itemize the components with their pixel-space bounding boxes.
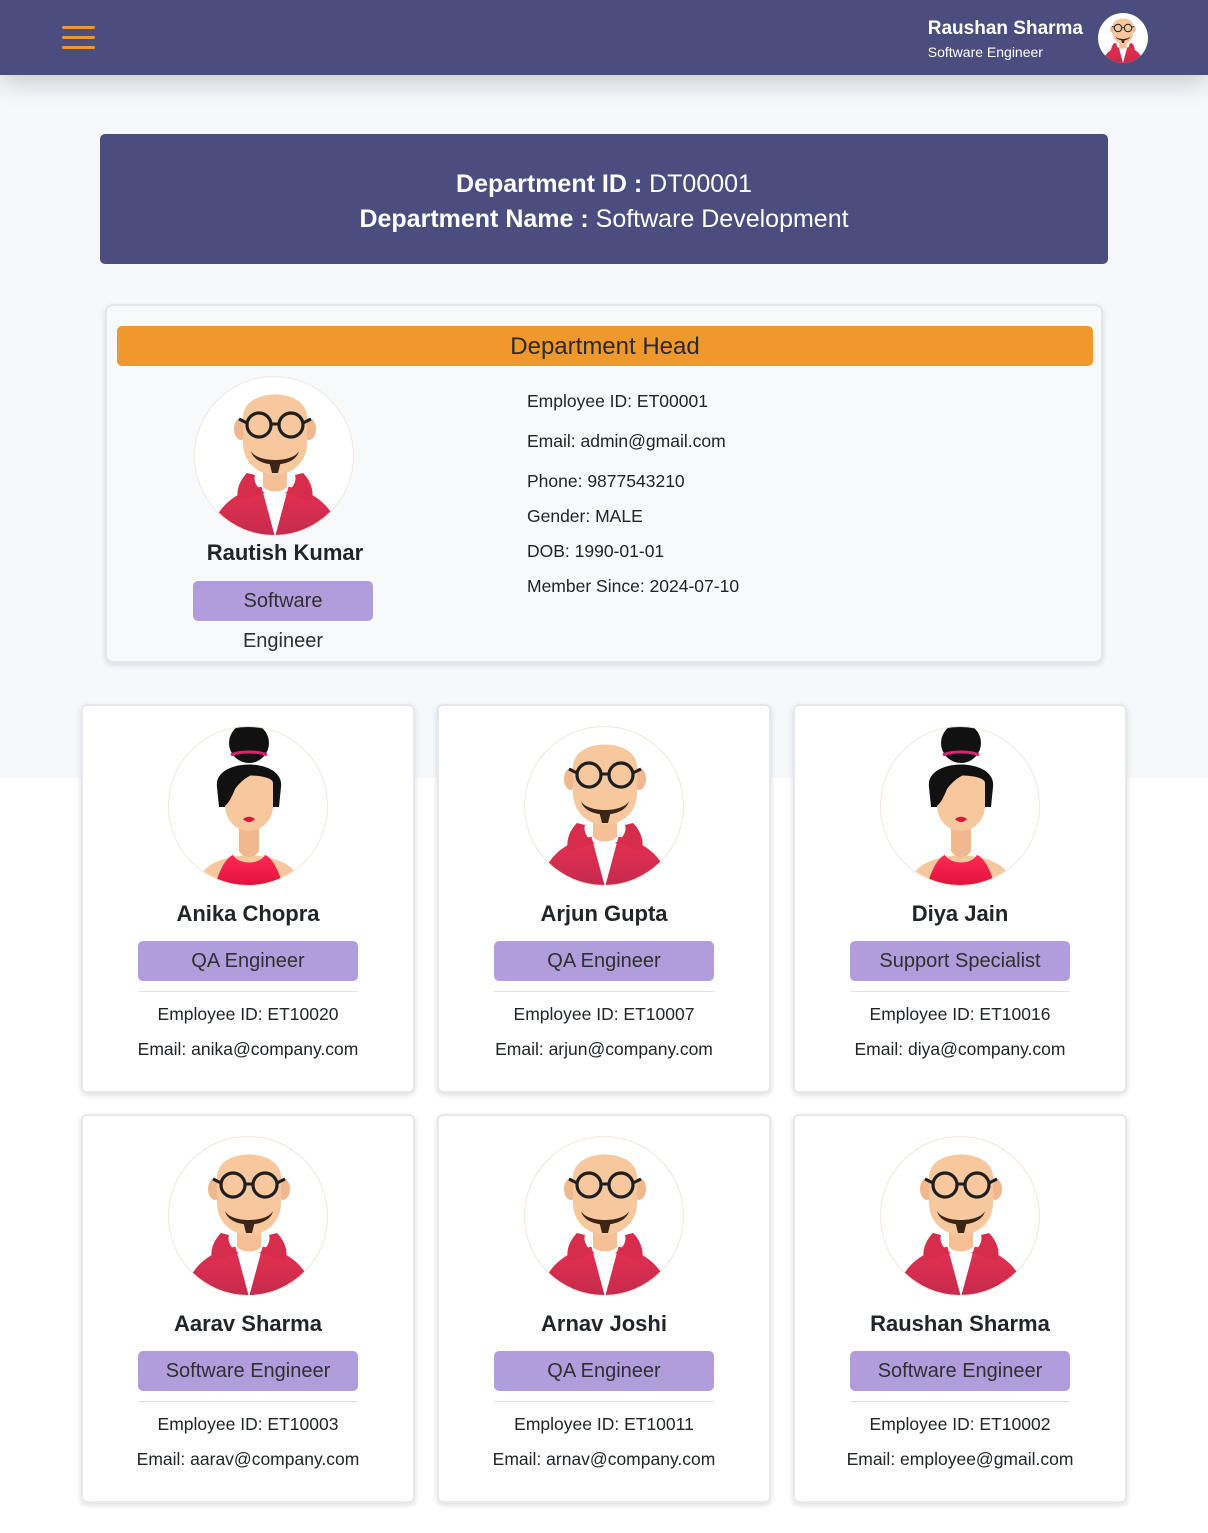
employee-id: Employee ID: ET10007 <box>513 1004 695 1024</box>
employee-name: Arjun Gupta <box>540 901 668 926</box>
employee-role-badge[interactable]: Support Specialist <box>850 941 1070 981</box>
divider <box>850 991 1070 992</box>
head-name: Rautish Kumar <box>206 540 364 565</box>
employee-role-badge[interactable]: QA Engineer <box>494 1351 714 1391</box>
department-head-card: Department Head Rautish Kumar Software E… <box>105 304 1103 663</box>
head-email: Email: admin@gmail.com <box>527 431 726 451</box>
divider <box>850 1401 1070 1402</box>
male-avatar-icon <box>524 726 684 886</box>
user-info[interactable]: Raushan Sharma Software Engineer <box>928 16 1083 62</box>
head-phone: Phone: 9877543210 <box>527 471 685 491</box>
department-id-value: DT00001 <box>649 170 752 198</box>
female-avatar-icon <box>880 726 1040 886</box>
department-id-label: Department ID : <box>456 170 643 198</box>
employee-card[interactable]: Anika Chopra QA Engineer Employee ID: ET… <box>81 704 415 1093</box>
employee-email: Email: arnav@company.com <box>492 1449 716 1469</box>
head-role-badge[interactable]: Software Engineer <box>193 581 373 652</box>
department-id-line: Department ID : DT00001 <box>100 167 1108 202</box>
top-navbar: Raushan Sharma Software Engineer <box>0 0 1208 75</box>
employee-role-badge[interactable]: Software Engineer <box>850 1351 1070 1391</box>
user-name: Raushan Sharma <box>927 18 1083 39</box>
employee-email: Email: aarav@company.com <box>136 1449 360 1469</box>
employee-id: Employee ID: ET10003 <box>157 1414 339 1434</box>
employee-name: Anika Chopra <box>176 901 320 926</box>
user-role: Software Engineer <box>927 44 1043 60</box>
employee-email: Email: diya@company.com <box>854 1039 1066 1059</box>
employee-id: Employee ID: ET10002 <box>869 1414 1051 1434</box>
department-banner: Department ID : DT00001 Department Name … <box>100 134 1108 264</box>
employee-card[interactable]: Arnav Joshi QA Engineer Employee ID: ET1… <box>437 1114 771 1503</box>
employee-card[interactable]: Arjun Gupta QA Engineer Employee ID: ET1… <box>437 704 771 1093</box>
department-name-line: Department Name : Software Development <box>100 202 1108 237</box>
head-member-since: Member Since: 2024-07-10 <box>527 576 740 596</box>
male-avatar-icon <box>524 1136 684 1296</box>
female-avatar-icon <box>168 726 328 886</box>
divider <box>494 991 714 992</box>
employee-email: Email: arjun@company.com <box>495 1039 713 1059</box>
employee-card[interactable]: Diya Jain Support Specialist Employee ID… <box>793 704 1127 1093</box>
employee-name: Aarav Sharma <box>174 1311 322 1336</box>
employee-card[interactable]: Aarav Sharma Software Engineer Employee … <box>81 1114 415 1503</box>
divider <box>494 1401 714 1402</box>
employee-role-badge[interactable]: Software Engineer <box>138 1351 358 1391</box>
employee-name: Raushan Sharma <box>870 1311 1050 1336</box>
user-avatar-icon[interactable] <box>1098 13 1148 63</box>
employee-id: Employee ID: ET10020 <box>157 1004 339 1024</box>
employee-id: Employee ID: ET10011 <box>514 1414 694 1434</box>
employee-name: Arnav Joshi <box>541 1311 667 1336</box>
divider <box>138 991 358 992</box>
employee-role-badge[interactable]: QA Engineer <box>494 941 714 981</box>
head-dob: DOB: 1990-01-01 <box>527 541 665 561</box>
male-avatar-icon <box>194 376 354 536</box>
department-name-label: Department Name : <box>359 205 589 233</box>
employee-id: Employee ID: ET10016 <box>869 1004 1051 1024</box>
employee-card[interactable]: Raushan Sharma Software Engineer Employe… <box>793 1114 1127 1503</box>
head-employee-id: Employee ID: ET00001 <box>527 391 708 411</box>
department-head-title: Department Head <box>117 326 1093 366</box>
male-avatar-icon <box>880 1136 1040 1296</box>
head-gender: Gender: MALE <box>527 506 643 526</box>
hamburger-menu-icon[interactable] <box>62 26 95 50</box>
male-avatar-icon <box>168 1136 328 1296</box>
employee-email: Email: employee@gmail.com <box>846 1449 1074 1469</box>
divider <box>138 1401 358 1402</box>
department-name-value: Software Development <box>595 205 849 233</box>
employee-name: Diya Jain <box>911 901 1009 926</box>
employee-role-badge[interactable]: QA Engineer <box>138 941 358 981</box>
employee-email: Email: anika@company.com <box>137 1039 359 1059</box>
